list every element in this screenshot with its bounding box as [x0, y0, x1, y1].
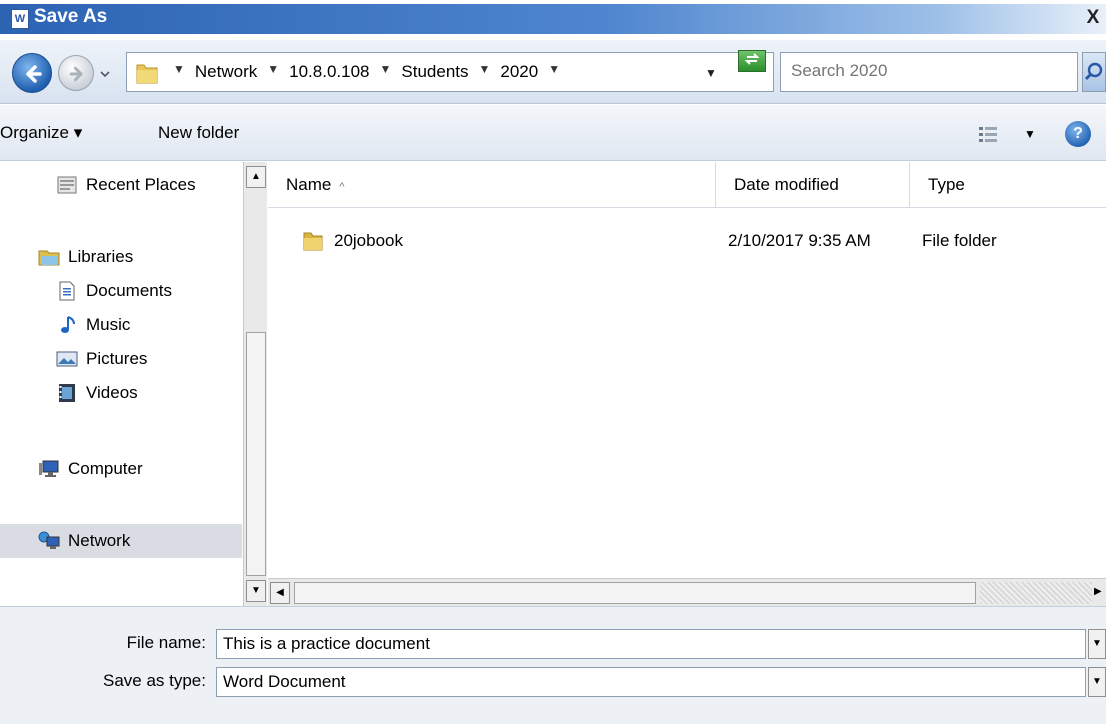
view-dropdown-icon[interactable]: ▼ [1024, 127, 1036, 141]
crumb-separator-icon[interactable]: ▼ [548, 62, 560, 82]
nav-item-label: Libraries [68, 247, 134, 266]
nav-item-computer[interactable]: Computer [0, 452, 242, 486]
column-headers: Name ^ Date modified Type [268, 162, 1106, 208]
chevron-down-icon [100, 71, 110, 78]
column-header-label: Name [286, 175, 332, 194]
scroll-thumb[interactable] [294, 582, 976, 604]
recent-places-icon [57, 176, 77, 194]
save-form: File name: ▼ Save as type: ▼ [0, 606, 1106, 724]
network-icon [38, 531, 60, 549]
breadcrumb-item-server[interactable]: 10.8.0.108 [289, 62, 369, 82]
nav-item-documents[interactable]: Documents [0, 274, 242, 308]
column-header-label: Type [928, 175, 965, 194]
breadcrumb-item-2020[interactable]: 2020 [500, 62, 538, 82]
nav-item-label: Recent Places [86, 175, 196, 194]
forward-button[interactable] [58, 55, 94, 91]
nav-item-pictures[interactable]: Pictures [0, 342, 242, 376]
title-bar: W Save As X [0, 0, 1106, 40]
save-type-dropdown-button[interactable]: ▼ [1088, 667, 1106, 697]
arrow-left-icon [26, 65, 42, 83]
window-title: Save As [34, 6, 108, 27]
breadcrumb-item-network[interactable]: Network [195, 62, 257, 82]
file-date-cell: 2/10/2017 9:35 AM [728, 231, 871, 250]
address-path[interactable]: ▼ Network ▼ 10.8.0.108 ▼ Students ▼ 2020… [126, 52, 774, 92]
crumb-separator-icon[interactable]: ▼ [267, 62, 279, 82]
save-type-select[interactable] [216, 667, 1086, 697]
back-button[interactable] [12, 53, 52, 93]
scroll-left-button[interactable]: ◀ [270, 582, 290, 604]
file-name-label: File name: [126, 633, 206, 652]
navigation-pane: Recent Places Libraries Documents Music … [0, 162, 242, 606]
save-type-label: Save as type: [102, 671, 206, 690]
search-input[interactable] [791, 53, 1031, 89]
nav-item-label: Videos [86, 383, 138, 402]
arrow-right-icon [69, 66, 83, 82]
command-bar: Organize ▾ New folder ▼ ? [0, 105, 1106, 161]
documents-icon [59, 281, 75, 301]
crumb-separator-icon[interactable]: ▼ [380, 62, 392, 82]
crumb-separator-icon[interactable]: ▼ [173, 62, 185, 82]
navigation-scrollbar[interactable]: ▲ ▼ [243, 162, 267, 606]
column-header-date[interactable]: Date modified [716, 162, 910, 208]
recent-locations-dropdown[interactable] [98, 66, 112, 80]
file-type-cell: File folder [922, 231, 997, 250]
view-options-icon[interactable] [978, 125, 998, 143]
pictures-icon [56, 351, 78, 367]
help-button[interactable]: ? [1065, 121, 1091, 147]
sort-ascending-icon: ^ [339, 181, 345, 193]
search-box[interactable] [780, 52, 1078, 92]
address-bar: ▼ Network ▼ 10.8.0.108 ▼ Students ▼ 2020… [0, 40, 1106, 104]
breadcrumb: ▼ Network ▼ 10.8.0.108 ▼ Students ▼ 2020… [173, 62, 560, 82]
search-button[interactable] [1082, 52, 1106, 92]
computer-icon [39, 460, 59, 477]
scroll-down-button[interactable]: ▼ [246, 580, 266, 602]
column-header-type[interactable]: Type [910, 162, 1106, 208]
file-name-cell: 20jobook [334, 231, 404, 250]
title-strip [0, 4, 1106, 34]
column-header-label: Date modified [734, 175, 839, 194]
libraries-icon [38, 250, 60, 266]
scroll-up-button[interactable]: ▲ [246, 166, 266, 188]
folder-icon [136, 64, 158, 84]
file-name-field[interactable] [216, 629, 1086, 659]
file-name-input[interactable] [223, 630, 1063, 658]
file-name-dropdown-button[interactable]: ▼ [1088, 629, 1106, 659]
file-list-scrollbar[interactable]: ◀ ▶ [268, 578, 1106, 606]
search-icon [1084, 62, 1103, 81]
nav-item-label: Music [86, 315, 131, 334]
nav-item-label: Network [68, 531, 131, 550]
scroll-track[interactable] [980, 582, 1092, 604]
crumb-separator-icon[interactable]: ▼ [479, 62, 491, 82]
new-folder-button[interactable]: New folder [158, 123, 239, 143]
scroll-right-button[interactable]: ▶ [1094, 582, 1106, 604]
refresh-button[interactable] [738, 50, 766, 72]
music-icon [61, 316, 75, 333]
scroll-thumb[interactable] [246, 332, 266, 576]
folder-icon [303, 232, 323, 251]
videos-icon [59, 384, 75, 402]
nav-item-network[interactable]: Network [0, 524, 242, 558]
nav-item-label: Computer [68, 459, 143, 478]
nav-item-label: Pictures [86, 349, 148, 368]
nav-item-videos[interactable]: Videos [0, 376, 242, 410]
close-button[interactable]: X [1080, 7, 1106, 31]
address-dropdown-icon[interactable]: ▼ [705, 66, 717, 80]
table-row[interactable]: 20jobook 2/10/2017 9:35 AM File folder [268, 224, 1106, 258]
organize-button[interactable]: Organize ▾ [0, 123, 82, 143]
nav-item-music[interactable]: Music [0, 308, 242, 342]
nav-item-label: Documents [86, 281, 172, 300]
save-type-value[interactable] [223, 668, 1063, 696]
refresh-icon [744, 53, 760, 65]
column-header-name[interactable]: Name ^ [268, 162, 716, 208]
nav-item-libraries[interactable]: Libraries [0, 240, 242, 274]
nav-item-recent-places[interactable]: Recent Places [0, 168, 242, 202]
breadcrumb-item-students[interactable]: Students [401, 62, 468, 82]
file-list: Name ^ Date modified Type 20jobook 2/10/2… [268, 162, 1106, 606]
word-icon: W [11, 9, 29, 29]
